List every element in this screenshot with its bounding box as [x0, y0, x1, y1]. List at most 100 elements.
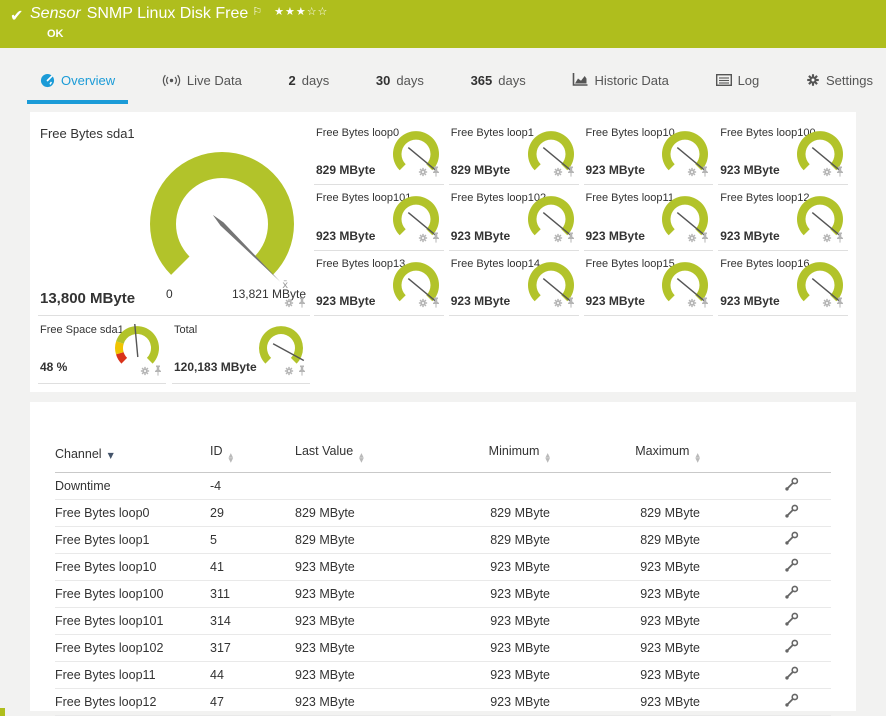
table-row: Free Bytes loop1247923 MByte923 MByte923… — [55, 689, 831, 716]
cell-channel-settings — [700, 662, 831, 689]
channels-table: Channel▼ID▲▼Last Value▲▼Minimum▲▼Maximum… — [55, 438, 831, 716]
cell-minimum — [455, 473, 550, 500]
tab-log[interactable]: Log — [703, 60, 773, 104]
main-gauge: x̄ — [136, 142, 308, 311]
channel-settings-icon[interactable] — [784, 612, 799, 630]
small-gauge-controls — [553, 295, 575, 313]
cell-last-value: 923 MByte — [295, 554, 455, 581]
column-header-id[interactable]: ID▲▼ — [210, 438, 295, 473]
scroll-peek-strip — [0, 708, 5, 716]
table-row: Downtime-4 — [55, 473, 831, 500]
small-gauge-pin-icon[interactable] — [836, 230, 844, 248]
gauge-total: Total120,183 MByte — [172, 316, 310, 384]
main-gauge-pin-icon[interactable] — [298, 295, 306, 313]
channel-settings-icon[interactable] — [784, 639, 799, 657]
small-gauge-gear-icon[interactable] — [687, 295, 697, 313]
small-gauge-pin-icon[interactable] — [432, 230, 440, 248]
channel-settings-icon[interactable] — [784, 477, 799, 495]
small-gauge-value: 923 MByte — [316, 229, 375, 243]
table-row: Free Bytes loop029829 MByte829 MByte829 … — [55, 500, 831, 527]
cell-channel: Downtime — [55, 473, 210, 500]
sort-toggle-icon: ▲▼ — [545, 453, 550, 463]
small-gauge-gear-icon[interactable] — [553, 164, 563, 182]
small-gauge-gear-icon[interactable] — [553, 230, 563, 248]
gauge-free-bytes-loop12: Free Bytes loop12923 MByte — [718, 185, 848, 250]
sensor-title-line: SensorSNMP Linux Disk Free⚐★★★☆☆ — [30, 5, 328, 23]
cell-minimum: 923 MByte — [455, 689, 550, 716]
tab-historic-data[interactable]: Historic Data — [559, 60, 681, 104]
small-gauge-pin-icon[interactable] — [701, 230, 709, 248]
cell-id: 314 — [210, 608, 295, 635]
cell-id: 47 — [210, 689, 295, 716]
small-gauge-gear-icon[interactable] — [822, 230, 832, 248]
small-gauge-pin-icon[interactable] — [567, 164, 575, 182]
small-gauge-pin-icon[interactable] — [836, 295, 844, 313]
small-gauge-controls — [687, 164, 709, 182]
column-header-minimum[interactable]: Minimum▲▼ — [455, 438, 550, 473]
tab-live-data[interactable]: Live Data — [149, 60, 255, 104]
cell-channel-settings — [700, 689, 831, 716]
tab-365-days[interactable]: 365days — [458, 60, 539, 104]
small-gauge-gear-icon[interactable] — [418, 295, 428, 313]
gauge-free-bytes-loop101: Free Bytes loop101923 MByte — [314, 185, 444, 250]
tab-bar: Overview Live Data 2days 30days 365days Histo… — [0, 60, 886, 104]
small-gauge-pin-icon[interactable] — [567, 295, 575, 313]
cell-channel-settings — [700, 635, 831, 662]
main-gauge-gear-icon[interactable] — [284, 295, 294, 313]
table-row: Free Bytes loop101314923 MByte923 MByte9… — [55, 608, 831, 635]
mini-gauge-pin-icon[interactable] — [154, 363, 162, 381]
small-gauge-gear-icon[interactable] — [687, 164, 697, 182]
channel-settings-icon[interactable] — [784, 666, 799, 684]
column-label: Last Value — [295, 444, 353, 458]
channel-settings-icon[interactable] — [784, 585, 799, 603]
small-gauge-pin-icon[interactable] — [836, 164, 844, 182]
tab-label: Settings — [826, 73, 873, 88]
small-gauge-controls — [418, 164, 440, 182]
small-gauge-controls — [822, 295, 844, 313]
cell-channel: Free Bytes loop102 — [55, 635, 210, 662]
column-header-last-value[interactable]: Last Value▲▼ — [295, 438, 455, 473]
small-gauge-value: 923 MByte — [586, 294, 645, 308]
priority-stars[interactable]: ★★★☆☆ — [274, 5, 328, 18]
column-header-maximum[interactable]: Maximum▲▼ — [550, 438, 700, 473]
tab-number: 30 — [376, 73, 390, 88]
small-gauge-controls — [822, 230, 844, 248]
small-gauge-pin-icon[interactable] — [567, 230, 575, 248]
small-gauge-pin-icon[interactable] — [701, 164, 709, 182]
small-gauge-gear-icon[interactable] — [418, 164, 428, 182]
mini-gauge-pin-icon[interactable] — [298, 363, 306, 381]
gauge-free-bytes-sda1: Free Bytes sda1 x̄ 0 13,821 MByte 13,800… — [38, 120, 310, 316]
mini-gauge-gear-icon[interactable] — [284, 363, 294, 381]
channel-settings-icon[interactable] — [784, 693, 799, 711]
cell-channel-settings — [700, 608, 831, 635]
mini-gauge-gear-icon[interactable] — [140, 363, 150, 381]
log-icon — [716, 74, 732, 86]
cell-channel: Free Bytes loop100 — [55, 581, 210, 608]
chart-icon — [572, 73, 588, 87]
cell-maximum: 923 MByte — [550, 662, 700, 689]
main-gauge-value: 13,800 MByte — [40, 290, 135, 307]
tab-30-days[interactable]: 30days — [363, 60, 437, 104]
small-gauge-pin-icon[interactable] — [432, 164, 440, 182]
cell-last-value: 923 MByte — [295, 689, 455, 716]
tab-2-days[interactable]: 2days — [276, 60, 343, 104]
tab-settings[interactable]: Settings — [793, 60, 886, 104]
column-header-channel[interactable]: Channel▼ — [55, 438, 210, 473]
flag-icon[interactable]: ⚐ — [252, 5, 262, 18]
tab-label: Log — [738, 73, 760, 88]
channel-settings-icon[interactable] — [784, 504, 799, 522]
cell-maximum: 923 MByte — [550, 689, 700, 716]
small-gauge-gear-icon[interactable] — [553, 295, 563, 313]
small-gauge-gear-icon[interactable] — [822, 295, 832, 313]
small-gauge-pin-icon[interactable] — [432, 295, 440, 313]
small-gauge-gear-icon[interactable] — [687, 230, 697, 248]
tab-overview[interactable]: Overview — [27, 60, 128, 104]
gauge-free-bytes-loop13: Free Bytes loop13923 MByte — [314, 251, 444, 316]
small-gauge-pin-icon[interactable] — [701, 295, 709, 313]
column-label: Maximum — [635, 444, 689, 458]
channel-settings-icon[interactable] — [784, 531, 799, 549]
channel-settings-icon[interactable] — [784, 558, 799, 576]
small-gauge-gear-icon[interactable] — [822, 164, 832, 182]
cell-maximum: 923 MByte — [550, 635, 700, 662]
small-gauge-gear-icon[interactable] — [418, 230, 428, 248]
